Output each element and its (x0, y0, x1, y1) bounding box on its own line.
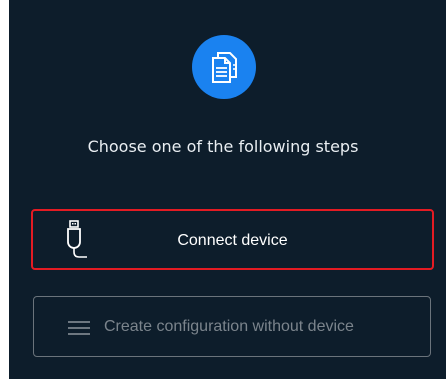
create-configuration-label: Create configuration without device (104, 318, 354, 335)
connect-device-label: Connect device (177, 232, 288, 249)
steps-heading: Choose one of the following steps (87, 137, 359, 156)
create-configuration-button[interactable]: Create configuration without device (33, 296, 431, 357)
connect-device-button[interactable]: Connect device (31, 209, 434, 270)
menu-lines-icon (68, 321, 90, 335)
document-stack-icon (192, 35, 256, 99)
